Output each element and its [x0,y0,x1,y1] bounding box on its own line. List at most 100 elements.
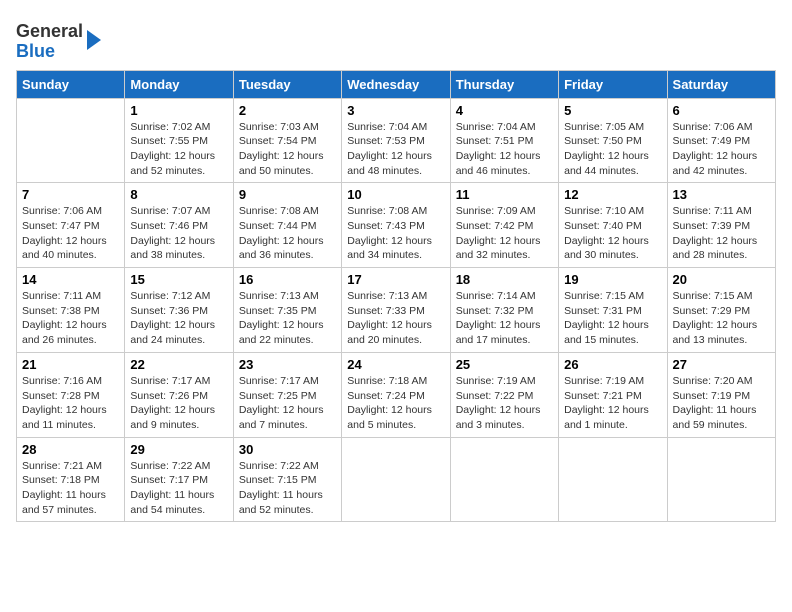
sun-info: Sunrise: 7:09 AMSunset: 7:42 PMDaylight:… [456,204,553,263]
calendar-cell: 9Sunrise: 7:08 AMSunset: 7:44 PMDaylight… [233,183,341,268]
calendar-cell: 23 Sunrise: 7:17 AMSunset: 7:25 PMDayligh… [233,352,341,437]
day-number: 14 [22,272,119,287]
sun-info: Sunrise: 7:03 AMSunset: 7:54 PMDaylight:… [239,120,336,179]
day-number: 2 [239,103,336,118]
sun-info: Sunrise: 7:04 AMSunset: 7:53 PMDaylight:… [347,120,444,179]
day-number: 20 [673,272,770,287]
calendar-cell [559,437,667,522]
sun-info: Sunrise: 7:16 AMSunset: 7:28 PMDaylight:… [22,374,119,433]
calendar-cell [667,437,775,522]
sun-info: Sunrise: 7:21 AMSunset: 7:18 PMDaylight:… [22,459,119,518]
col-header-sunday: Sunday [17,70,125,98]
calendar-cell: 14 Sunrise: 7:11 AMSunset: 7:38 PMDayligh… [17,268,125,353]
sun-info: Sunrise: 7:07 AMSunset: 7:46 PMDaylight:… [130,204,227,263]
day-number: 13 [673,187,770,202]
sun-info: Sunrise: 7:18 AMSunset: 7:24 PMDaylight:… [347,374,444,433]
day-number: 30 [239,442,336,457]
sun-info: Sunrise: 7:19 AMSunset: 7:22 PMDaylight:… [456,374,553,433]
calendar-week-row: 7Sunrise: 7:06 AMSunset: 7:47 PMDaylight… [17,183,776,268]
calendar-cell: 26 Sunrise: 7:19 AMSunset: 7:21 PMDayligh… [559,352,667,437]
sun-info: Sunrise: 7:11 AMSunset: 7:39 PMDaylight:… [673,204,770,263]
col-header-thursday: Thursday [450,70,558,98]
calendar-cell: 4Sunrise: 7:04 AMSunset: 7:51 PMDaylight… [450,98,558,183]
day-number: 24 [347,357,444,372]
sun-info: Sunrise: 7:10 AMSunset: 7:40 PMDaylight:… [564,204,661,263]
calendar-cell: 20 Sunrise: 7:15 AMSunset: 7:29 PMDayligh… [667,268,775,353]
sun-info: Sunrise: 7:15 AMSunset: 7:31 PMDaylight:… [564,289,661,348]
calendar-cell: 17 Sunrise: 7:13 AMSunset: 7:33 PMDayligh… [342,268,450,353]
day-number: 8 [130,187,227,202]
day-number: 22 [130,357,227,372]
sun-info: Sunrise: 7:22 AMSunset: 7:15 PMDaylight:… [239,459,336,518]
calendar-week-row: 14 Sunrise: 7:11 AMSunset: 7:38 PMDayligh… [17,268,776,353]
sun-info: Sunrise: 7:17 AMSunset: 7:25 PMDaylight:… [239,374,336,433]
sun-info: Sunrise: 7:20 AMSunset: 7:19 PMDaylight:… [673,374,770,433]
calendar-cell: 18 Sunrise: 7:14 AMSunset: 7:32 PMDayligh… [450,268,558,353]
day-number: 25 [456,357,553,372]
col-header-tuesday: Tuesday [233,70,341,98]
day-number: 27 [673,357,770,372]
day-number: 4 [456,103,553,118]
day-number: 9 [239,187,336,202]
calendar-cell [342,437,450,522]
calendar-cell [17,98,125,183]
sun-info: Sunrise: 7:12 AMSunset: 7:36 PMDaylight:… [130,289,227,348]
calendar-cell: 3 Sunrise: 7:04 AMSunset: 7:53 PMDaylight… [342,98,450,183]
calendar-cell: 10 Sunrise: 7:08 AMSunset: 7:43 PMDayligh… [342,183,450,268]
logo: General Blue [16,22,101,62]
calendar-cell: 30 Sunrise: 7:22 AMSunset: 7:15 PMDayligh… [233,437,341,522]
day-number: 5 [564,103,661,118]
day-number: 10 [347,187,444,202]
logo-blue: Blue [16,41,55,61]
day-number: 3 [347,103,444,118]
calendar-header-row: SundayMondayTuesdayWednesdayThursdayFrid… [17,70,776,98]
day-number: 26 [564,357,661,372]
calendar-cell: 6Sunrise: 7:06 AMSunset: 7:49 PMDaylight… [667,98,775,183]
calendar-cell: 8 Sunrise: 7:07 AMSunset: 7:46 PMDaylight… [125,183,233,268]
calendar-cell: 22 Sunrise: 7:17 AMSunset: 7:26 PMDayligh… [125,352,233,437]
col-header-wednesday: Wednesday [342,70,450,98]
calendar-cell: 21Sunrise: 7:16 AMSunset: 7:28 PMDayligh… [17,352,125,437]
calendar-week-row: 1 Sunrise: 7:02 AMSunset: 7:55 PMDaylight… [17,98,776,183]
sun-info: Sunrise: 7:19 AMSunset: 7:21 PMDaylight:… [564,374,661,433]
calendar-cell: 19Sunrise: 7:15 AMSunset: 7:31 PMDayligh… [559,268,667,353]
day-number: 23 [239,357,336,372]
sun-info: Sunrise: 7:13 AMSunset: 7:33 PMDaylight:… [347,289,444,348]
calendar-cell: 12 Sunrise: 7:10 AMSunset: 7:40 PMDayligh… [559,183,667,268]
calendar-cell: 25 Sunrise: 7:19 AMSunset: 7:22 PMDayligh… [450,352,558,437]
day-number: 6 [673,103,770,118]
calendar-cell: 5 Sunrise: 7:05 AMSunset: 7:50 PMDaylight… [559,98,667,183]
logo-arrow-icon [87,30,101,50]
day-number: 15 [130,272,227,287]
calendar-cell: 29Sunrise: 7:22 AMSunset: 7:17 PMDayligh… [125,437,233,522]
sun-info: Sunrise: 7:11 AMSunset: 7:38 PMDaylight:… [22,289,119,348]
day-number: 18 [456,272,553,287]
day-number: 16 [239,272,336,287]
sun-info: Sunrise: 7:02 AMSunset: 7:55 PMDaylight:… [130,120,227,179]
day-number: 12 [564,187,661,202]
calendar-body: 1 Sunrise: 7:02 AMSunset: 7:55 PMDaylight… [17,98,776,522]
logo-text: General Blue [16,22,83,62]
calendar-cell: 13 Sunrise: 7:11 AMSunset: 7:39 PMDayligh… [667,183,775,268]
calendar-cell [450,437,558,522]
calendar-cell: 1 Sunrise: 7:02 AMSunset: 7:55 PMDaylight… [125,98,233,183]
sun-info: Sunrise: 7:08 AMSunset: 7:43 PMDaylight:… [347,204,444,263]
calendar-cell: 16 Sunrise: 7:13 AMSunset: 7:35 PMDayligh… [233,268,341,353]
sun-info: Sunrise: 7:05 AMSunset: 7:50 PMDaylight:… [564,120,661,179]
col-header-friday: Friday [559,70,667,98]
calendar-cell: 11 Sunrise: 7:09 AMSunset: 7:42 PMDayligh… [450,183,558,268]
logo-general: General [16,21,83,41]
calendar-week-row: 28Sunrise: 7:21 AMSunset: 7:18 PMDayligh… [17,437,776,522]
calendar-week-row: 21Sunrise: 7:16 AMSunset: 7:28 PMDayligh… [17,352,776,437]
day-number: 1 [130,103,227,118]
sun-info: Sunrise: 7:17 AMSunset: 7:26 PMDaylight:… [130,374,227,433]
day-number: 7 [22,187,119,202]
sun-info: Sunrise: 7:13 AMSunset: 7:35 PMDaylight:… [239,289,336,348]
col-header-saturday: Saturday [667,70,775,98]
day-number: 11 [456,187,553,202]
sun-info: Sunrise: 7:14 AMSunset: 7:32 PMDaylight:… [456,289,553,348]
day-number: 17 [347,272,444,287]
page-header: General Blue [16,16,776,62]
sun-info: Sunrise: 7:15 AMSunset: 7:29 PMDaylight:… [673,289,770,348]
calendar-cell: 28Sunrise: 7:21 AMSunset: 7:18 PMDayligh… [17,437,125,522]
